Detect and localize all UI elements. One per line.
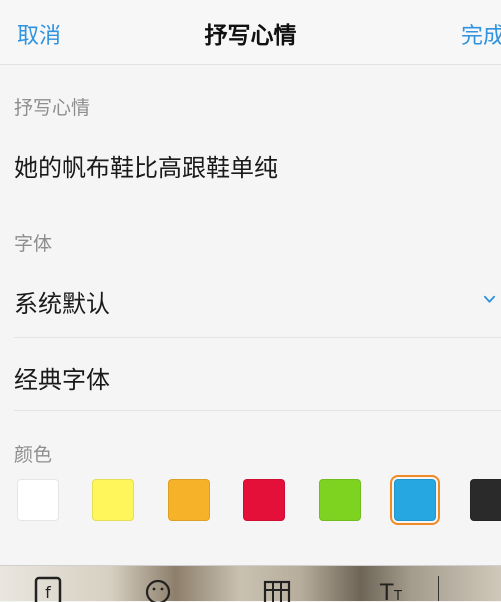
font-option-system-default[interactable]: 系统默认 [14, 284, 110, 319]
chevron-down-icon [484, 295, 495, 303]
color-section-label: 颜色 [14, 444, 53, 466]
navigation-bar: 取消 抒写心情 完成 [0, 0, 501, 65]
done-button[interactable]: 完成 [461, 18, 501, 50]
grid-icon[interactable] [258, 572, 296, 602]
svg-text:T: T [393, 589, 402, 602]
divider [438, 576, 439, 601]
color-swatch-blue[interactable] [390, 475, 440, 525]
font-option-classic[interactable]: 经典字体 [14, 360, 110, 395]
emoji-icon[interactable] [139, 572, 177, 602]
svg-text:T: T [379, 581, 394, 602]
color-swatch-black[interactable] [470, 479, 501, 521]
color-swatch-yellow[interactable] [92, 479, 134, 521]
divider [14, 337, 501, 338]
mood-text-input[interactable]: 她的帆布鞋比高跟鞋单纯 [14, 148, 278, 183]
font-section-label: 字体 [14, 233, 53, 255]
color-swatch-orange[interactable] [168, 479, 210, 521]
color-swatch-red[interactable] [243, 479, 285, 521]
svg-text:f: f [45, 583, 51, 602]
text-style-icon[interactable]: f [30, 572, 68, 602]
mood-section-label: 抒写心情 [14, 97, 91, 119]
color-swatch-green[interactable] [319, 479, 361, 521]
divider [14, 410, 501, 411]
text-size-icon[interactable]: T T [372, 572, 410, 602]
color-swatch-white[interactable] [17, 479, 59, 521]
photo-toolbar: f T T [0, 565, 501, 602]
page-title: 抒写心情 [204, 23, 297, 49]
